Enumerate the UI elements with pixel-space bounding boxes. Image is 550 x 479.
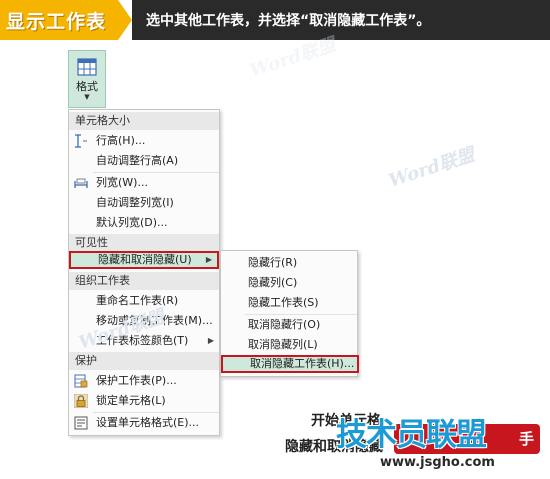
submenu-arrow-icon: ▶	[207, 336, 214, 345]
banner-tag-text: 显示工作表	[6, 10, 107, 33]
site-url: www.jsgho.com	[380, 455, 495, 470]
menu-item-lock-cell[interactable]: 锁定单元格(L)	[69, 392, 219, 410]
menu-item-row-height[interactable]: 行高(H)...	[69, 132, 219, 150]
submenu-item-label: 取消隐藏行(O)	[248, 318, 321, 331]
banner-tag: 显示工作表	[0, 0, 118, 40]
menu-item-protect-sheet[interactable]: 保护工作表(P)...	[69, 372, 219, 390]
menu-item-label: 重命名工作表(R)	[96, 294, 179, 307]
menu-item-label: 列宽(W)...	[96, 176, 148, 189]
protect-sheet-icon	[74, 374, 88, 388]
submenu-item-hide-rows[interactable]: 隐藏行(R)	[221, 254, 357, 272]
hide-unhide-submenu: 隐藏行(R) 隐藏列(C) 隐藏工作表(S) 取消隐藏行(O) 取消隐藏列(L)…	[220, 250, 359, 377]
menu-item-label: 隐藏和取消隐藏(U)	[98, 253, 192, 266]
menu-item-hide-unhide[interactable]: 隐藏和取消隐藏(U) ▶	[69, 251, 219, 269]
submenu-item-unhide-sheet[interactable]: 取消隐藏工作表(H)...	[221, 355, 359, 373]
lock-icon	[74, 394, 88, 408]
section-header-protection: 保护	[69, 352, 219, 370]
menu-item-label: 自动调整行高(A)	[96, 154, 179, 167]
section-header-organize-sheets: 组织工作表	[69, 272, 219, 290]
menu-item-label: 锁定单元格(L)	[96, 394, 166, 407]
submenu-item-label: 隐藏工作表(S)	[248, 296, 319, 309]
title-banner: 显示工作表 选中其他工作表，并选择“取消隐藏工作表”。	[0, 0, 550, 40]
section-header-visibility: 可见性	[69, 234, 219, 252]
submenu-item-unhide-columns[interactable]: 取消隐藏列(L)	[221, 336, 357, 354]
menu-item-autofit-column[interactable]: 自动调整列宽(I)	[69, 194, 219, 212]
menu-item-autofit-row[interactable]: 自动调整行高(A)	[69, 152, 219, 170]
watermark: Word联盟	[386, 144, 478, 192]
banner-instruction-text: 选中其他工作表，并选择“取消隐藏工作表”。	[146, 13, 431, 29]
chevron-down-icon: ▼	[84, 93, 90, 101]
submenu-item-label: 取消隐藏列(L)	[248, 338, 318, 351]
site-logo-tagline: 手	[518, 430, 534, 448]
menu-item-default-width[interactable]: 默认列宽(D)...	[69, 214, 219, 232]
submenu-arrow-icon: ▶	[205, 255, 212, 264]
menu-item-label: 保护工作表(P)...	[96, 374, 177, 387]
column-width-icon	[74, 178, 88, 188]
section-header-cell-size: 单元格大小	[69, 112, 219, 130]
submenu-item-hide-columns[interactable]: 隐藏列(C)	[221, 274, 357, 292]
menu-item-label: 设置单元格格式(E)...	[96, 416, 200, 429]
menu-divider	[93, 412, 219, 413]
submenu-item-label: 隐藏行(R)	[248, 256, 298, 269]
banner-arrow	[118, 0, 132, 40]
row-height-icon	[75, 134, 87, 148]
site-logo: 技术员联盟	[336, 417, 487, 453]
submenu-item-label: 隐藏列(C)	[248, 276, 298, 289]
banner-instruction: 选中其他工作表，并选择“取消隐藏工作表”。	[132, 0, 550, 40]
menu-item-format-cells[interactable]: 设置单元格格式(E)...	[69, 414, 219, 432]
menu-item-label: 自动调整列宽(I)	[96, 196, 174, 209]
format-button[interactable]: 格式 ▼	[68, 50, 106, 108]
menu-item-column-width[interactable]: 列宽(W)...	[69, 174, 219, 192]
menu-divider	[93, 172, 219, 173]
format-cells-dialog-icon	[74, 416, 88, 430]
format-button-label: 格式	[76, 80, 98, 93]
submenu-item-label: 取消隐藏工作表(H)...	[250, 357, 355, 370]
menu-divider	[245, 314, 357, 315]
submenu-item-hide-sheet[interactable]: 隐藏工作表(S)	[221, 294, 357, 312]
menu-item-label: 默认列宽(D)...	[96, 216, 168, 229]
menu-item-label: 行高(H)...	[96, 134, 146, 147]
format-dropdown-menu: 单元格大小 行高(H)... 自动调整行高(A) 列宽(W)... 自动调整列宽…	[68, 109, 220, 436]
format-cells-icon	[77, 58, 97, 76]
submenu-item-unhide-rows[interactable]: 取消隐藏行(O)	[221, 316, 357, 334]
